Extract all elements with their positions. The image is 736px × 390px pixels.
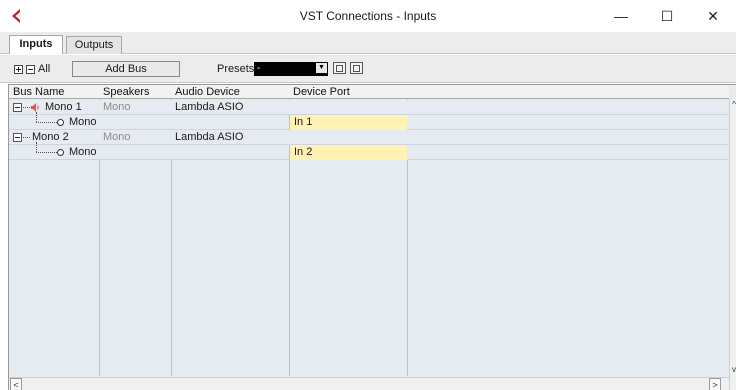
tree-connector bbox=[36, 112, 37, 122]
table-row[interactable]: Mono In 1 bbox=[9, 112, 729, 130]
all-label: All bbox=[38, 63, 51, 75]
audio-device-cell[interactable] bbox=[171, 115, 289, 130]
title-bar: VST Connections - Inputs — ☐ ✕ bbox=[0, 0, 736, 32]
tree-connector bbox=[36, 152, 57, 153]
remove-preset-icon[interactable] bbox=[350, 62, 363, 74]
scroll-right-button[interactable]: > bbox=[709, 378, 721, 390]
speakers-cell[interactable]: Mono bbox=[99, 100, 171, 115]
expand-all-icon[interactable] bbox=[14, 64, 23, 74]
device-port-cell[interactable] bbox=[289, 130, 407, 145]
device-port-cell[interactable]: In 1 bbox=[289, 115, 407, 130]
close-button[interactable]: ✕ bbox=[690, 0, 736, 32]
scroll-left-button[interactable]: < bbox=[10, 378, 22, 390]
expand-collapse-all[interactable]: All bbox=[14, 63, 50, 75]
grid-header: Bus Name Speakers Audio Device Device Po… bbox=[9, 85, 729, 99]
table-row[interactable]: Mono In 2 bbox=[9, 142, 729, 160]
toolbar: All Add Bus Presets - ▼ bbox=[0, 55, 736, 83]
tree-connector bbox=[36, 122, 57, 123]
chevron-down-icon[interactable]: ▼ bbox=[316, 63, 327, 73]
presets-dropdown[interactable]: - ▼ bbox=[254, 62, 328, 76]
table-row[interactable]: Mono 2 Mono Lambda ASIO bbox=[9, 130, 729, 145]
column-header-audio-device[interactable]: Audio Device bbox=[171, 85, 289, 99]
speakers-cell[interactable] bbox=[99, 145, 171, 160]
audio-device-cell[interactable] bbox=[171, 145, 289, 160]
vertical-scrollbar[interactable]: ^ v bbox=[729, 99, 736, 390]
device-port-cell[interactable]: In 2 bbox=[289, 145, 407, 160]
maximize-button[interactable]: ☐ bbox=[644, 0, 690, 32]
collapse-icon[interactable] bbox=[13, 103, 22, 112]
port-connector-icon bbox=[57, 149, 64, 156]
device-port-cell[interactable] bbox=[289, 100, 407, 115]
bus-name-cell[interactable]: Mono 2 bbox=[28, 130, 99, 145]
minimize-button[interactable]: — bbox=[598, 0, 644, 32]
column-header-device-port[interactable]: Device Port bbox=[289, 85, 407, 99]
channel-name-cell[interactable]: Mono bbox=[65, 145, 99, 160]
add-bus-button[interactable]: Add Bus bbox=[72, 61, 180, 77]
speakers-cell[interactable] bbox=[99, 115, 171, 130]
tab-outputs[interactable]: Outputs bbox=[66, 36, 122, 54]
presets-label: Presets bbox=[217, 63, 255, 75]
scroll-up-button[interactable]: ^ bbox=[730, 99, 736, 111]
column-header-speakers[interactable]: Speakers bbox=[99, 85, 171, 99]
speakers-cell[interactable]: Mono bbox=[99, 130, 171, 145]
tab-strip: Inputs Outputs bbox=[0, 32, 736, 54]
bus-grid: Bus Name Speakers Audio Device Device Po… bbox=[8, 84, 736, 390]
tree-connector bbox=[36, 142, 37, 152]
column-header-bus-name[interactable]: Bus Name bbox=[9, 85, 99, 99]
horizontal-scrollbar[interactable]: < > bbox=[9, 377, 729, 390]
collapse-icon[interactable] bbox=[13, 133, 22, 142]
port-connector-icon bbox=[57, 119, 64, 126]
audio-device-cell[interactable]: Lambda ASIO bbox=[171, 130, 289, 145]
save-preset-icon[interactable] bbox=[333, 62, 346, 74]
scroll-down-button[interactable]: v bbox=[730, 364, 736, 376]
presets-value: - bbox=[257, 63, 261, 74]
audio-device-cell[interactable]: Lambda ASIO bbox=[171, 100, 289, 115]
bus-name-cell[interactable]: Mono 1 bbox=[41, 100, 99, 115]
channel-name-cell[interactable]: Mono bbox=[65, 115, 99, 130]
collapse-all-icon[interactable] bbox=[26, 64, 35, 74]
tree-connector bbox=[23, 107, 30, 108]
tab-inputs[interactable]: Inputs bbox=[9, 35, 63, 54]
table-row[interactable]: Mono 1 Mono Lambda ASIO bbox=[9, 100, 729, 115]
